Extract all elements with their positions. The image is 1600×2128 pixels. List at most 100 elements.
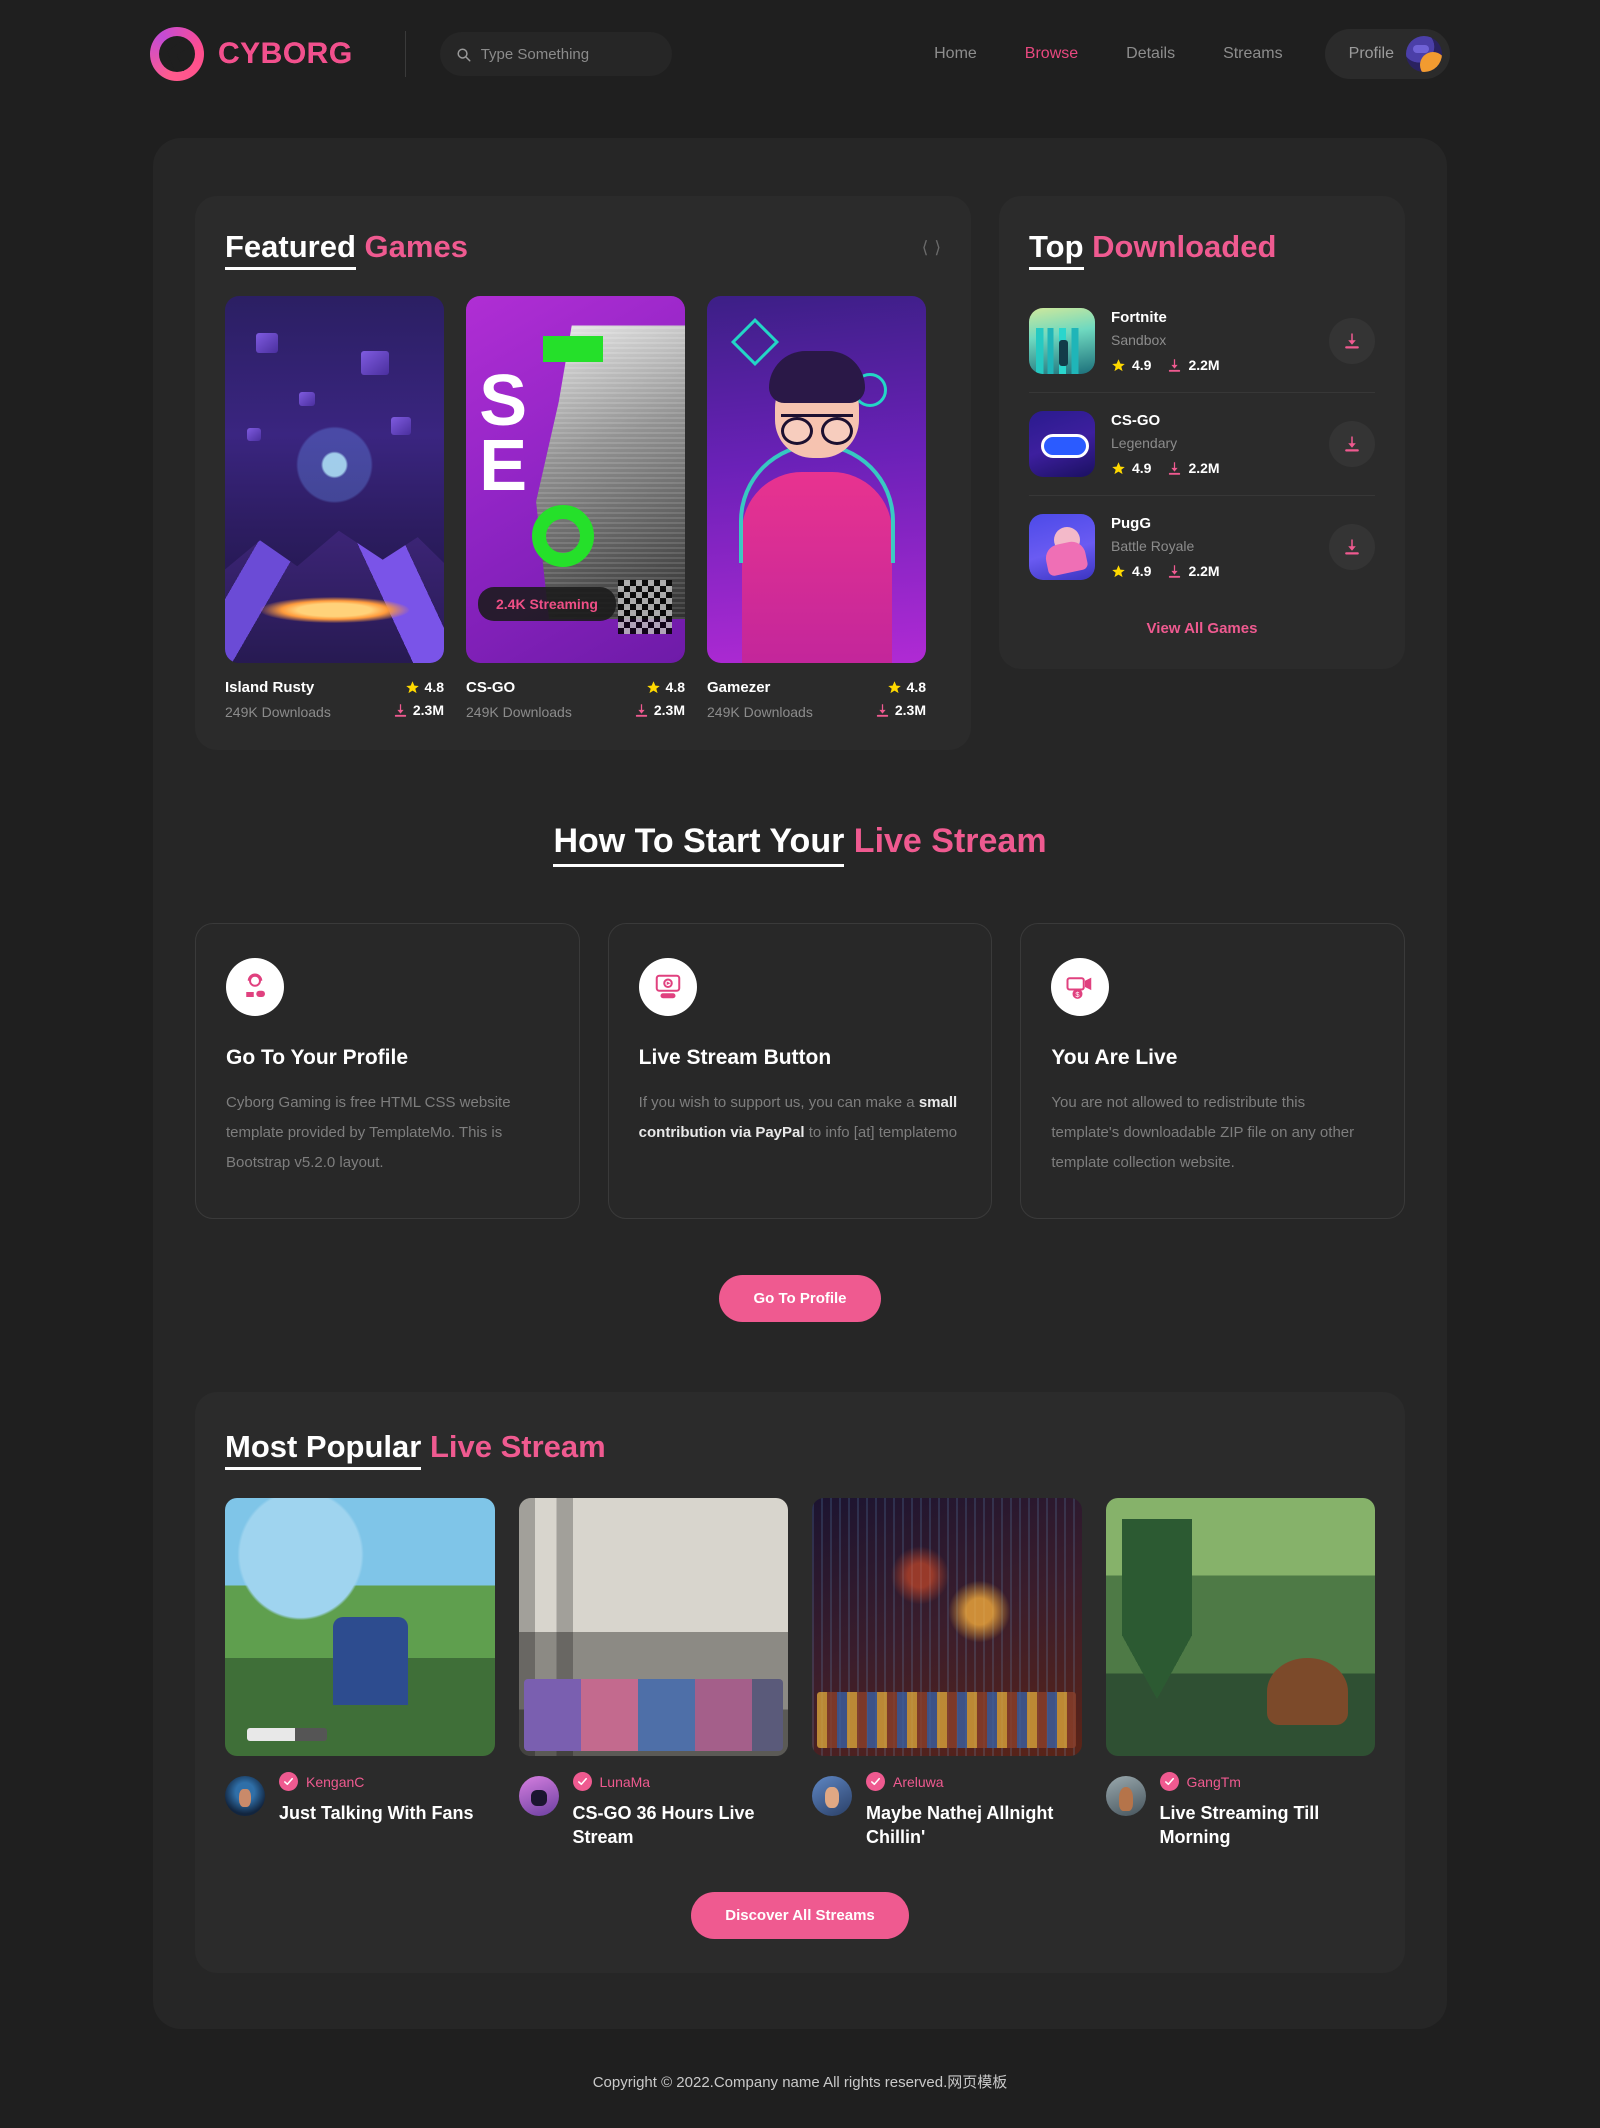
download-icon xyxy=(1345,333,1359,349)
game-card[interactable]: Island Rusty 249K Downloads 4.8 2.3M xyxy=(225,296,444,720)
nav-link-home[interactable]: Home xyxy=(910,34,1001,74)
stream-card[interactable]: Areluwa Maybe Nathej Allnight Chillin' xyxy=(812,1498,1082,1850)
stream-thumbnail xyxy=(518,1498,788,1757)
game-downloads-label: 249K Downloads xyxy=(225,704,331,721)
game-card[interactable]: Gamezer 249K Downloads 4.8 2.3M xyxy=(707,296,926,720)
carousel-nav: ⟨ ⟩ xyxy=(922,230,941,258)
stream-title: Just Talking With Fans xyxy=(279,1803,474,1824)
brand-name: CYBORG xyxy=(218,37,353,70)
rating-row: 4.9 xyxy=(1111,563,1151,579)
search-input[interactable] xyxy=(480,45,656,63)
stream-card[interactable]: GangTm Live Streaming Till Morning xyxy=(1105,1498,1376,1850)
streamer-name: KenganC xyxy=(306,1773,365,1790)
streamer-row: LunaMa xyxy=(572,1772,789,1792)
how-to-title-accent: Live Stream xyxy=(853,822,1047,861)
stream-card-meta: Areluwa Maybe Nathej Allnight Chillin' xyxy=(812,1772,1082,1850)
page-container: Featured Games ⟨ ⟩ Island Rusty 249K Dow… xyxy=(153,138,1447,2029)
how-to-card-body: If you wish to support us, you can make … xyxy=(639,1088,962,1148)
game-stats: 4.9 2.2M xyxy=(1111,460,1313,476)
game-stats: 4.8 2.3M xyxy=(634,679,685,718)
game-stats: 4.8 2.3M xyxy=(875,679,926,718)
download-button[interactable] xyxy=(1329,318,1375,365)
nav-link-streams[interactable]: Streams xyxy=(1199,34,1307,74)
character-glasses xyxy=(780,413,853,445)
header-divider xyxy=(404,31,406,77)
stream-title: Live Streaming Till Morning xyxy=(1159,1803,1320,1848)
verified-check-icon xyxy=(1159,1772,1179,1792)
game-category: Sandbox xyxy=(1111,332,1167,349)
download-button[interactable] xyxy=(1329,524,1375,571)
most-popular-title-accent: Live Stream xyxy=(429,1429,606,1465)
game-thumbnail xyxy=(1029,308,1095,375)
game-downloads-label: 249K Downloads xyxy=(707,704,813,721)
game-category: Battle Royale xyxy=(1111,538,1195,555)
how-to-card-heading: Go To Your Profile xyxy=(226,1046,409,1070)
how-to-card-livestream: Live Stream Button If you wish to suppor… xyxy=(607,923,993,1220)
game-card[interactable]: SE 2.4K Streaming CS-GO 249K Downloads 4… xyxy=(466,296,685,720)
nav-link-details[interactable]: Details xyxy=(1102,34,1199,74)
game-download-count: 2.2M xyxy=(1188,357,1220,374)
streamer-name: LunaMa xyxy=(599,1773,651,1790)
nav-link-browse[interactable]: Browse xyxy=(1001,34,1102,74)
download-button[interactable] xyxy=(1329,421,1375,468)
floating-rocks xyxy=(225,296,444,663)
game-rating: 4.8 xyxy=(906,679,926,696)
game-rating: 4.9 xyxy=(1132,563,1152,580)
featured-title-accent: Games xyxy=(364,229,468,264)
stream-card-text: GangTm Live Streaming Till Morning xyxy=(1159,1772,1376,1850)
game-card-meta: CS-GO 249K Downloads 4.8 2.3M xyxy=(466,679,685,720)
streamer-name: GangTm xyxy=(1186,1773,1241,1790)
game-rating: 4.9 xyxy=(1132,460,1152,477)
stream-card-list: KenganC Just Talking With Fans LunaMa CS… xyxy=(225,1498,1375,1850)
stream-card[interactable]: KenganC Just Talking With Fans xyxy=(225,1498,495,1850)
poster-qr-code xyxy=(617,579,672,634)
game-category: Legendary xyxy=(1111,435,1178,452)
rating-row: 4.9 xyxy=(1111,357,1151,373)
list-item[interactable]: Fortnite Sandbox 4.9 2.2M xyxy=(1029,290,1375,392)
search-box[interactable] xyxy=(439,32,672,76)
verified-check-icon xyxy=(572,1772,592,1792)
how-to-card-heading: Live Stream Button xyxy=(638,1046,832,1070)
star-icon xyxy=(887,680,901,693)
avatar xyxy=(812,1776,852,1817)
most-popular-title: Most Popular Live Stream xyxy=(225,1429,1375,1471)
brand-logo[interactable]: CYBORG xyxy=(150,27,353,81)
stream-card-meta: GangTm Live Streaming Till Morning xyxy=(1105,1772,1376,1850)
most-popular-section: Most Popular Live Stream KenganC Just Ta… xyxy=(195,1392,1405,1973)
poster-text: SE xyxy=(479,361,527,507)
profile-button[interactable]: Profile xyxy=(1324,29,1450,79)
list-item[interactable]: CS-GO Legendary 4.9 2.2M xyxy=(1029,392,1375,495)
download-icon xyxy=(1345,436,1359,452)
discover-all-streams-button[interactable]: Discover All Streams xyxy=(691,1891,909,1939)
game-downloads-label: 249K Downloads xyxy=(466,704,572,721)
how-to-card-list: Go To Your Profile Cyborg Gaming is free… xyxy=(195,923,1406,1220)
game-download-count: 2.3M xyxy=(653,702,685,719)
go-to-profile-button[interactable]: Go To Profile xyxy=(719,1275,881,1323)
list-item[interactable]: PugG Battle Royale 4.9 2.2M xyxy=(1029,495,1375,598)
how-to-card-body: You are not allowed to redistribute this… xyxy=(1051,1088,1374,1178)
stream-card-text: Areluwa Maybe Nathej Allnight Chillin' xyxy=(866,1772,1082,1850)
list-item-info: PugG Battle Royale 4.9 2.2M xyxy=(1111,515,1313,579)
how-to-card-heading: You Are Live xyxy=(1051,1046,1178,1070)
star-icon xyxy=(1112,461,1125,474)
game-download-count: 2.2M xyxy=(1188,460,1220,477)
top-downloaded-list: Fortnite Sandbox 4.9 2.2M CS-GO Legendar… xyxy=(1029,290,1375,598)
star-icon xyxy=(646,680,660,693)
poster-halftone xyxy=(536,325,685,620)
stream-card[interactable]: LunaMa CS-GO 36 Hours Live Stream xyxy=(518,1498,789,1850)
how-to-card-youarelive: $ You Are Live You are not allowed to re… xyxy=(1020,923,1406,1220)
stream-card-meta: KenganC Just Talking With Fans xyxy=(225,1772,495,1825)
chevron-left-icon[interactable]: ⟨ xyxy=(922,238,929,258)
game-download-count: 2.3M xyxy=(412,702,444,719)
game-stats: 4.9 2.2M xyxy=(1111,357,1313,373)
download-icon xyxy=(394,703,406,717)
chevron-right-icon[interactable]: ⟩ xyxy=(934,238,941,258)
featured-header: Featured Games ⟨ ⟩ xyxy=(225,229,941,270)
gamer-headset-icon xyxy=(226,958,284,1017)
game-stats: 4.9 2.2M xyxy=(1111,563,1313,579)
how-to-cta-wrap: Go To Profile xyxy=(195,1275,1405,1323)
game-download-count: 2.3M xyxy=(894,702,926,719)
game-artwork-island-rusty xyxy=(225,296,444,664)
view-all-games-link[interactable]: View All Games xyxy=(1029,598,1375,643)
list-item-info: Fortnite Sandbox 4.9 2.2M xyxy=(1111,309,1313,373)
